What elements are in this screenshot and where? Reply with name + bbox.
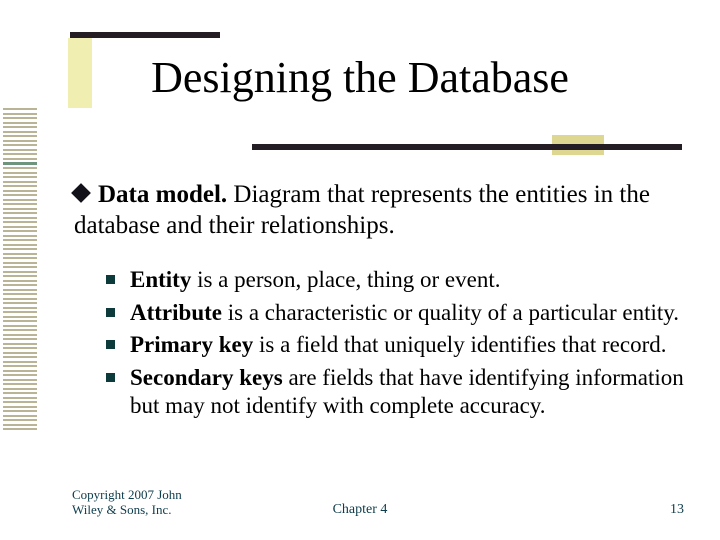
footer-copyright-line1: Copyright 2007 John (72, 487, 182, 502)
square-icon (106, 340, 115, 349)
decor-rule-mid (252, 144, 682, 150)
decor-left-stripes (3, 108, 37, 468)
sub-bullet-text: is a field that uniquely identifies that… (253, 332, 666, 357)
sub-bullet: Primary key is a field that uniquely ide… (130, 331, 684, 360)
footer-chapter: Chapter 4 (0, 502, 720, 518)
square-icon (106, 275, 115, 284)
sub-bullet-bold: Entity (130, 267, 191, 292)
sub-bullet-bold: Primary key (130, 332, 253, 357)
sub-bullet: Attribute is a characteristic or quality… (130, 299, 684, 328)
footer-page-number: 13 (670, 502, 684, 518)
slide: Designing the Database Data model. Diagr… (0, 0, 720, 540)
sub-bullet-list: Entity is a person, place, thing or even… (130, 266, 684, 425)
sub-bullet: Entity is a person, place, thing or even… (130, 266, 684, 295)
sub-bullet-text: is a characteristic or quality of a part… (222, 300, 679, 325)
sub-bullet-text: is a person, place, thing or event. (191, 267, 500, 292)
square-icon (106, 373, 115, 382)
main-bullet: Data model. Diagram that represents the … (74, 180, 680, 241)
slide-title: Designing the Database (0, 52, 720, 103)
sub-bullet: Secondary keys are fields that have iden… (130, 364, 684, 421)
square-icon (106, 308, 115, 317)
sub-bullet-bold: Secondary keys (130, 365, 283, 390)
sub-bullet-bold: Attribute (130, 300, 222, 325)
decor-rule-top (70, 32, 220, 38)
main-bullet-bold: Data model. (98, 181, 227, 208)
diamond-icon (71, 183, 91, 203)
